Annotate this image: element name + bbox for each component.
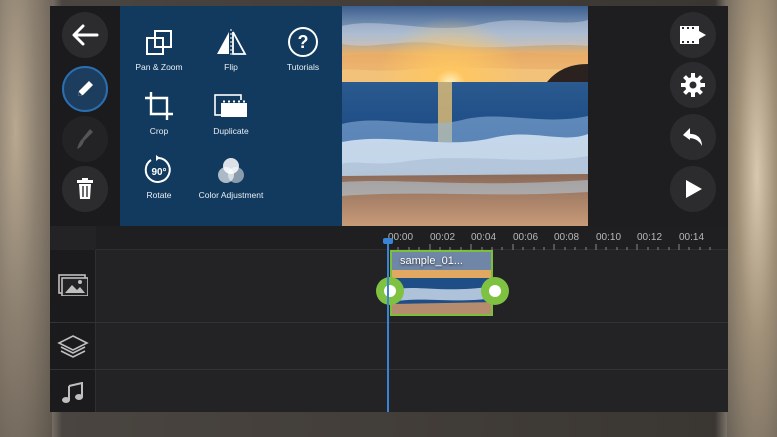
time-tick: 00:06 [513, 232, 539, 243]
gear-icon [681, 73, 705, 97]
play-button[interactable] [670, 166, 716, 212]
help-icon: ? [288, 27, 318, 57]
flip-icon [217, 29, 247, 57]
time-tick: 00:04 [471, 232, 497, 243]
time-tick: 00:10 [596, 232, 622, 243]
handle-knob [384, 285, 396, 297]
tool-tutorials[interactable]: ? Tutorials [266, 24, 340, 72]
settings-button[interactable] [670, 62, 716, 108]
undo-icon [683, 128, 702, 146]
edit-tools-panel: Pan & Zoom Flip ? Tutorials Crop Duplica… [120, 6, 342, 226]
image-track-button[interactable] [50, 274, 96, 296]
image-track-icon [58, 274, 88, 296]
music-track-button[interactable] [50, 382, 96, 404]
play-icon [686, 180, 702, 198]
track-divider [50, 322, 728, 323]
pan-zoom-icon [146, 30, 172, 55]
track-divider [50, 369, 728, 370]
handle-knob [489, 285, 501, 297]
right-toolbar [666, 6, 728, 232]
color-adjustment-icon [218, 158, 244, 183]
back-arrow-icon [72, 24, 99, 46]
export-button[interactable] [670, 12, 716, 58]
video-preview[interactable] [342, 6, 588, 226]
time-ruler[interactable]: 00:00 00:02 00:04 00:06 00:08 00:10 00:1… [96, 226, 728, 250]
app-window: Pan & Zoom Flip ? Tutorials Crop Duplica… [50, 6, 728, 412]
clip-start-handle[interactable] [376, 277, 404, 305]
layers-icon [57, 335, 89, 358]
brush-button[interactable] [62, 116, 108, 162]
tool-duplicate[interactable]: Duplicate [194, 88, 268, 136]
brush-icon [77, 129, 93, 149]
back-button[interactable] [62, 12, 108, 58]
music-note-icon [62, 382, 83, 403]
background-blur-right [727, 0, 777, 437]
duplicate-icon [214, 94, 247, 120]
tool-color-adjustment[interactable]: Color Adjustment [194, 152, 268, 200]
delete-button[interactable] [62, 166, 108, 212]
rotate-icon: 90° [144, 155, 171, 183]
time-tick: 00:08 [554, 232, 580, 243]
video-clip[interactable]: sample_01... [390, 250, 493, 316]
time-tick: 00:14 [679, 232, 705, 243]
svg-text:?: ? [298, 32, 309, 52]
timeline[interactable]: 00:00 00:02 00:04 00:06 00:08 00:10 00:1… [50, 226, 728, 412]
export-video-icon [680, 26, 706, 44]
clip-title: sample_01... [400, 255, 463, 267]
tool-crop[interactable]: Crop [122, 88, 196, 136]
background-blur-left [0, 0, 52, 437]
clip-end-handle[interactable] [481, 277, 509, 305]
left-toolbar [50, 6, 120, 232]
trash-icon [77, 178, 93, 199]
svg-text:90°: 90° [151, 167, 166, 178]
time-tick: 00:02 [430, 232, 456, 243]
preview-image [342, 6, 588, 226]
tool-pan-zoom[interactable]: Pan & Zoom [122, 24, 196, 72]
undo-button[interactable] [670, 114, 716, 160]
tool-flip[interactable]: Flip [194, 24, 268, 72]
edit-button[interactable] [62, 66, 108, 112]
pencil-icon [78, 81, 93, 96]
playhead[interactable] [387, 240, 389, 412]
layers-track-button[interactable] [50, 334, 96, 360]
tool-rotate[interactable]: 90° Rotate [122, 152, 196, 200]
time-tick: 00:12 [637, 232, 663, 243]
crop-icon [145, 92, 173, 120]
